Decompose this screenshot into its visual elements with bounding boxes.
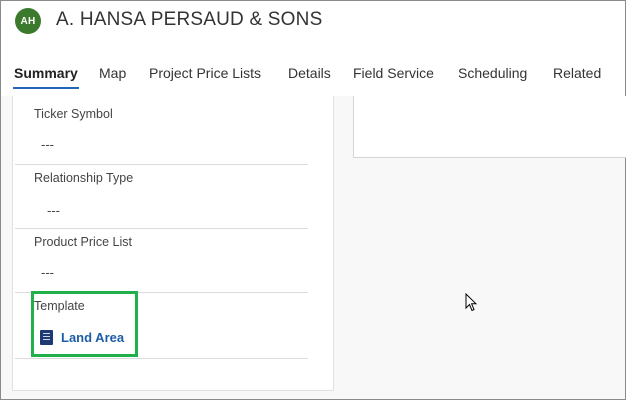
field-ticker-symbol: Ticker Symbol --- [15,96,308,165]
field-label: Ticker Symbol [34,107,113,121]
tab-project-price-lists[interactable]: Project Price Lists [149,65,261,81]
field-product-price-list: Product Price List --- [15,228,308,293]
active-tab-indicator [13,87,79,89]
tab-summary[interactable]: Summary [14,65,78,81]
field-relationship-type: Relationship Type --- [15,164,308,229]
tab-scheduling[interactable]: Scheduling [458,65,527,81]
right-section-card [353,96,626,158]
mouse-pointer-icon [465,293,477,312]
avatar: AH [15,8,41,34]
tab-map[interactable]: Map [99,65,126,81]
field-value[interactable]: --- [41,137,54,152]
page-title: A. HANSA PERSAUD & SONS [56,9,323,30]
tab-details[interactable]: Details [288,65,331,81]
field-label: Relationship Type [34,171,134,185]
record-header: AH A. HANSA PERSAUD & SONS Summary Map P… [1,1,625,96]
tab-related[interactable]: Related [553,65,601,81]
template-highlight-box [31,291,138,357]
field-value[interactable]: --- [41,265,54,280]
tab-field-service[interactable]: Field Service [353,65,434,81]
field-label: Product Price List [34,235,132,249]
field-value[interactable]: --- [47,203,60,218]
